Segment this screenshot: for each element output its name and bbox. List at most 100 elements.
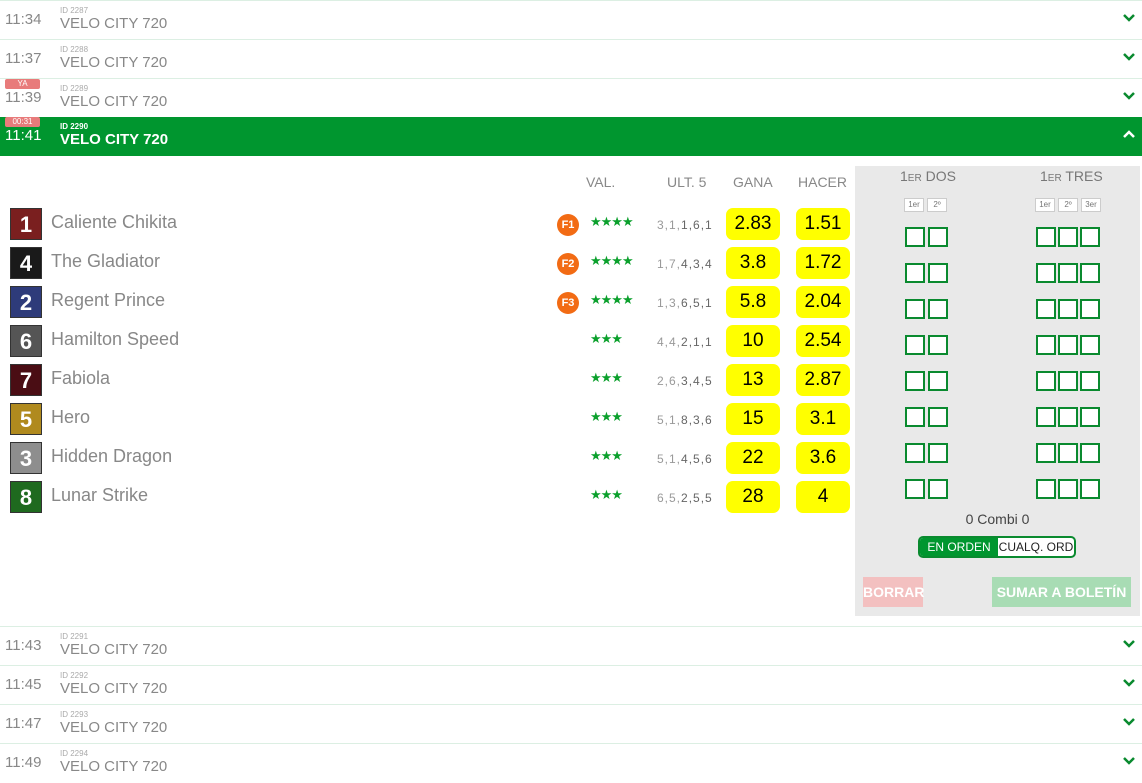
race-id: ID 2290 <box>60 122 89 131</box>
order-toggle[interactable]: EN ORDEN CUALQ. ORD <box>918 536 1076 558</box>
win-odds-button[interactable]: 28 <box>726 481 780 513</box>
race-row[interactable]: 11:37 ID 2288 VELO CITY 720 <box>0 39 1142 78</box>
race-row[interactable]: 11:34 ID 2287 VELO CITY 720 <box>0 0 1142 39</box>
first-three-checkbox[interactable] <box>1036 407 1056 427</box>
chevron-down-icon[interactable] <box>1122 676 1136 690</box>
first-three-checkbox[interactable] <box>1058 263 1078 283</box>
place-odds-button[interactable]: 3.1 <box>796 403 850 435</box>
first-three-checkbox[interactable] <box>1058 443 1078 463</box>
first-three-checkbox[interactable] <box>1036 263 1056 283</box>
exotic-bet-box: 1ER DOS 1ER TRES 1er 2º 1er 2º 3er 0 Combi 0 EN … <box>855 166 1140 616</box>
race-time: 11:49 <box>5 754 42 771</box>
first-three-checkbox[interactable] <box>1080 299 1100 319</box>
first-three-checkbox[interactable] <box>1080 371 1100 391</box>
first-two-checkbox[interactable] <box>928 443 948 463</box>
chevron-up-icon[interactable] <box>1122 127 1136 141</box>
race-name: VELO CITY 720 <box>60 15 168 32</box>
first-two-checkbox[interactable] <box>905 227 925 247</box>
last-five-results: 6,5,2,5,5 <box>657 491 713 505</box>
place-odds-button[interactable]: 2.87 <box>796 364 850 396</box>
race-row[interactable]: 11:45 ID 2292 VELO CITY 720 <box>0 665 1142 704</box>
place-odds-button[interactable]: 2.04 <box>796 286 850 318</box>
place-odds-button[interactable]: 3.6 <box>796 442 850 474</box>
win-odds-button[interactable]: 15 <box>726 403 780 435</box>
place-odds-button[interactable]: 1.72 <box>796 247 850 279</box>
first-three-checkbox[interactable] <box>1058 227 1078 247</box>
first-three-checkbox[interactable] <box>1080 479 1100 499</box>
runner-name: Hamilton Speed <box>51 329 180 349</box>
first-three-checkbox[interactable] <box>1036 371 1056 391</box>
win-odds-button[interactable]: 2.83 <box>726 208 780 240</box>
rating-stars: ★★★★ <box>590 292 634 307</box>
win-odds-button[interactable]: 13 <box>726 364 780 396</box>
first-three-checkbox[interactable] <box>1058 371 1078 391</box>
first-three-checkbox[interactable] <box>1036 479 1056 499</box>
saddle-number: 4 <box>10 247 42 279</box>
saddle-number: 8 <box>10 481 42 513</box>
add-to-slip-button[interactable]: SUMAR A BOLETÍN <box>992 577 1131 607</box>
place-odds-button[interactable]: 4 <box>796 481 850 513</box>
saddle-number: 7 <box>10 364 42 396</box>
first-three-checkbox[interactable] <box>1080 227 1100 247</box>
last-five-results: 1,3,6,5,1 <box>657 296 713 310</box>
runner-name: Lunar Strike <box>51 485 149 505</box>
first-two-checkbox[interactable] <box>928 335 948 355</box>
chevron-down-icon[interactable] <box>1122 637 1136 651</box>
first-two-checkbox[interactable] <box>928 263 948 283</box>
win-odds-button[interactable]: 22 <box>726 442 780 474</box>
clear-button[interactable]: BORRAR <box>863 577 924 607</box>
first-three-checkbox[interactable] <box>1036 299 1056 319</box>
first-two-checkbox[interactable] <box>905 299 925 319</box>
race-name: VELO CITY 720 <box>60 131 169 148</box>
first-three-checkbox[interactable] <box>1058 299 1078 319</box>
first-three-checkbox[interactable] <box>1058 407 1078 427</box>
chevron-down-icon[interactable] <box>1122 11 1136 25</box>
first-three-checkbox[interactable] <box>1080 263 1100 283</box>
position-label: 2º <box>1058 198 1078 212</box>
first-two-checkbox[interactable] <box>905 443 925 463</box>
first-three-checkbox[interactable] <box>1058 479 1078 499</box>
first-three-checkbox[interactable] <box>1080 335 1100 355</box>
first-two-checkbox[interactable] <box>928 371 948 391</box>
saddle-number: 2 <box>10 286 42 318</box>
place-odds-button[interactable]: 2.54 <box>796 325 850 357</box>
first-two-checkbox[interactable] <box>928 479 948 499</box>
any-order-option[interactable]: CUALQ. ORD <box>998 538 1074 556</box>
win-odds-button[interactable]: 10 <box>726 325 780 357</box>
race-row[interactable]: 11:47 ID 2293 VELO CITY 720 <box>0 704 1142 743</box>
race-row[interactable]: 11:39 ID 2289 VELO CITY 720 YA <box>0 78 1142 117</box>
first-two-checkbox[interactable] <box>905 407 925 427</box>
place-odds-button[interactable]: 1.51 <box>796 208 850 240</box>
first-two-checkbox[interactable] <box>905 335 925 355</box>
race-row[interactable]: 11:49 ID 2294 VELO CITY 720 <box>0 743 1142 782</box>
first-three-checkbox[interactable] <box>1036 443 1056 463</box>
first-three-checkbox[interactable] <box>1036 335 1056 355</box>
favourite-badge: F1 <box>557 214 579 236</box>
status-badge: YA <box>5 79 40 89</box>
first-three-checkbox[interactable] <box>1058 335 1078 355</box>
saddle-number: 1 <box>10 208 42 240</box>
first-two-checkbox[interactable] <box>928 227 948 247</box>
chevron-down-icon[interactable] <box>1122 754 1136 768</box>
chevron-down-icon[interactable] <box>1122 50 1136 64</box>
win-odds-button[interactable]: 5.8 <box>726 286 780 318</box>
runner-name: The Gladiator <box>51 251 161 271</box>
first-three-checkbox[interactable] <box>1080 443 1100 463</box>
chevron-down-icon[interactable] <box>1122 715 1136 729</box>
first-three-checkbox[interactable] <box>1080 407 1100 427</box>
saddle-number: 6 <box>10 325 42 357</box>
position-label: 1er <box>1035 198 1055 212</box>
race-row-active[interactable]: 11:41 ID 2290 VELO CITY 720 00:31 <box>0 117 1142 156</box>
in-order-option[interactable]: EN ORDEN <box>920 538 998 556</box>
first-two-checkbox[interactable] <box>905 371 925 391</box>
chevron-down-icon[interactable] <box>1122 89 1136 103</box>
first-three-checkbox[interactable] <box>1036 227 1056 247</box>
column-header-ult5: ULT. 5 <box>667 174 707 190</box>
saddle-number: 3 <box>10 442 42 474</box>
win-odds-button[interactable]: 3.8 <box>726 247 780 279</box>
race-row[interactable]: 11:43 ID 2291 VELO CITY 720 <box>0 626 1142 665</box>
first-two-checkbox[interactable] <box>905 263 925 283</box>
first-two-checkbox[interactable] <box>905 479 925 499</box>
first-two-checkbox[interactable] <box>928 407 948 427</box>
first-two-checkbox[interactable] <box>928 299 948 319</box>
